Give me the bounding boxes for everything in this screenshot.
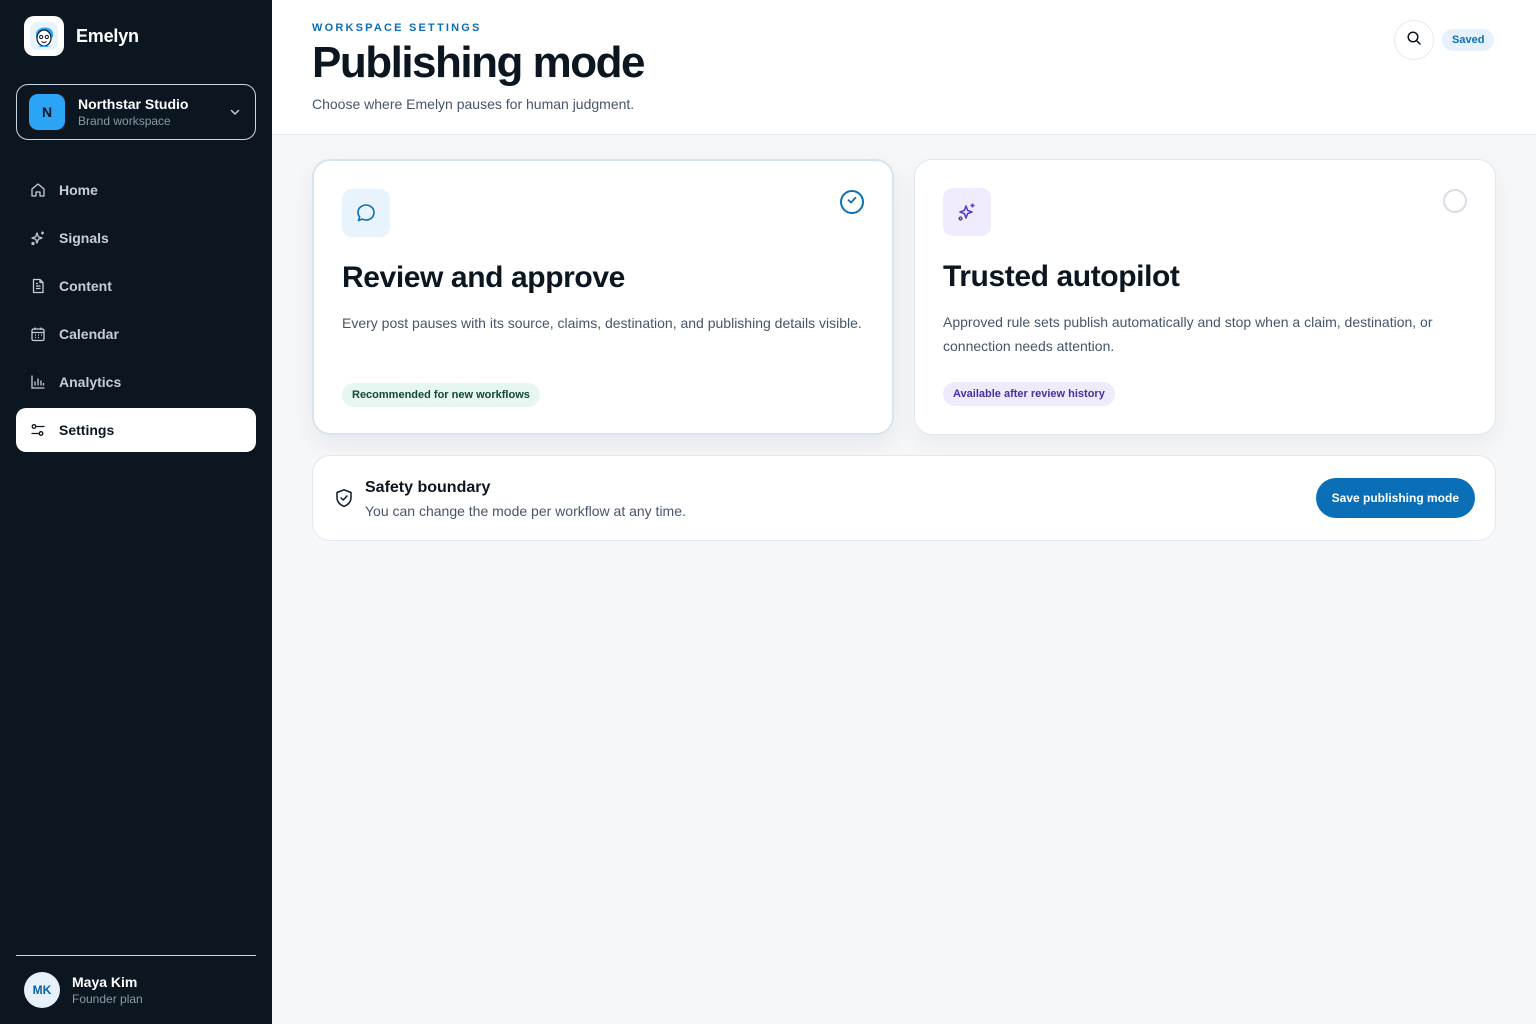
user-name: Maya Kim bbox=[72, 974, 138, 990]
sidebar-item-settings[interactable]: Settings bbox=[16, 408, 256, 452]
sidebar-nav: Home Signals Content Calendar Analytics bbox=[16, 168, 256, 456]
user-plan: Founder plan bbox=[72, 992, 143, 1006]
document-icon bbox=[30, 278, 46, 294]
mode-radio-selected[interactable] bbox=[840, 190, 864, 214]
sparkle-icon bbox=[30, 230, 46, 246]
mode-description: Approved rule sets publish automatically… bbox=[943, 314, 1433, 354]
search-icon bbox=[1406, 30, 1422, 51]
chat-bubble-icon bbox=[342, 189, 390, 237]
calendar-icon bbox=[30, 326, 46, 342]
home-icon bbox=[30, 182, 46, 198]
sidebar-item-analytics[interactable]: Analytics bbox=[16, 360, 256, 404]
mode-card-review-and-approve[interactable]: Review and approve Every post pauses wit… bbox=[312, 159, 894, 435]
brand-name: Emelyn bbox=[76, 25, 139, 46]
mode-title: Review and approve bbox=[342, 261, 625, 294]
mode-tag: Recommended for new workflows bbox=[342, 383, 540, 407]
mode-radio-unselected[interactable] bbox=[1443, 189, 1467, 213]
brand[interactable]: Emelyn bbox=[24, 16, 139, 56]
avatar-face-icon bbox=[24, 16, 64, 56]
sidebar-item-label: Settings bbox=[59, 422, 115, 438]
workspace-avatar: N bbox=[29, 94, 65, 130]
sidebar-item-label: Analytics bbox=[59, 374, 122, 390]
sidebar-item-signals[interactable]: Signals bbox=[16, 216, 256, 260]
workspace-switcher[interactable]: N Northstar Studio Brand workspace bbox=[16, 84, 256, 140]
workspace-subtitle: Brand workspace bbox=[78, 114, 171, 128]
sliders-icon bbox=[30, 422, 46, 438]
sidebar-item-calendar[interactable]: Calendar bbox=[16, 312, 256, 356]
sidebar-item-content[interactable]: Content bbox=[16, 264, 256, 308]
save-publishing-mode-button[interactable]: Save publishing mode bbox=[1315, 478, 1475, 518]
sidebar-item-label: Signals bbox=[59, 230, 109, 246]
sidebar: Emelyn N Northstar Studio Brand workspac… bbox=[0, 0, 272, 1024]
sidebar-item-label: Content bbox=[59, 278, 112, 294]
mode-tag: Available after review history bbox=[943, 382, 1115, 406]
safety-title: Safety boundary bbox=[365, 479, 491, 496]
status-badge: Saved bbox=[1442, 29, 1495, 51]
page-title: Publishing mode bbox=[312, 38, 645, 87]
avatar: MK bbox=[24, 972, 60, 1008]
bar-chart-icon bbox=[30, 374, 46, 390]
page-description: Choose where Emelyn pauses for human jud… bbox=[312, 96, 635, 112]
check-icon bbox=[846, 193, 858, 211]
mode-card-trusted-autopilot[interactable]: Trusted autopilot Approved rule sets pub… bbox=[914, 159, 1496, 435]
sidebar-item-label: Calendar bbox=[59, 326, 119, 342]
sidebar-item-label: Home bbox=[59, 182, 98, 198]
shield-check-icon bbox=[335, 488, 353, 513]
safety-description: You can change the mode per workflow at … bbox=[365, 503, 686, 519]
workspace-name: Northstar Studio bbox=[78, 96, 189, 112]
search-button[interactable] bbox=[1394, 20, 1434, 60]
sidebar-item-home[interactable]: Home bbox=[16, 168, 256, 212]
page-header: WORKSPACE SETTINGS Publishing mode Choos… bbox=[272, 0, 1536, 135]
sidebar-divider bbox=[16, 955, 256, 956]
mode-title: Trusted autopilot bbox=[943, 260, 1180, 293]
sparkle-icon bbox=[943, 188, 991, 236]
safety-boundary-panel: Safety boundary You can change the mode … bbox=[312, 455, 1496, 541]
mode-description: Every post pauses with its source, claim… bbox=[342, 315, 862, 331]
page-eyebrow: WORKSPACE SETTINGS bbox=[312, 22, 482, 34]
chevron-down-icon bbox=[229, 105, 241, 123]
user-profile[interactable]: MK Maya Kim Founder plan bbox=[24, 972, 143, 1008]
